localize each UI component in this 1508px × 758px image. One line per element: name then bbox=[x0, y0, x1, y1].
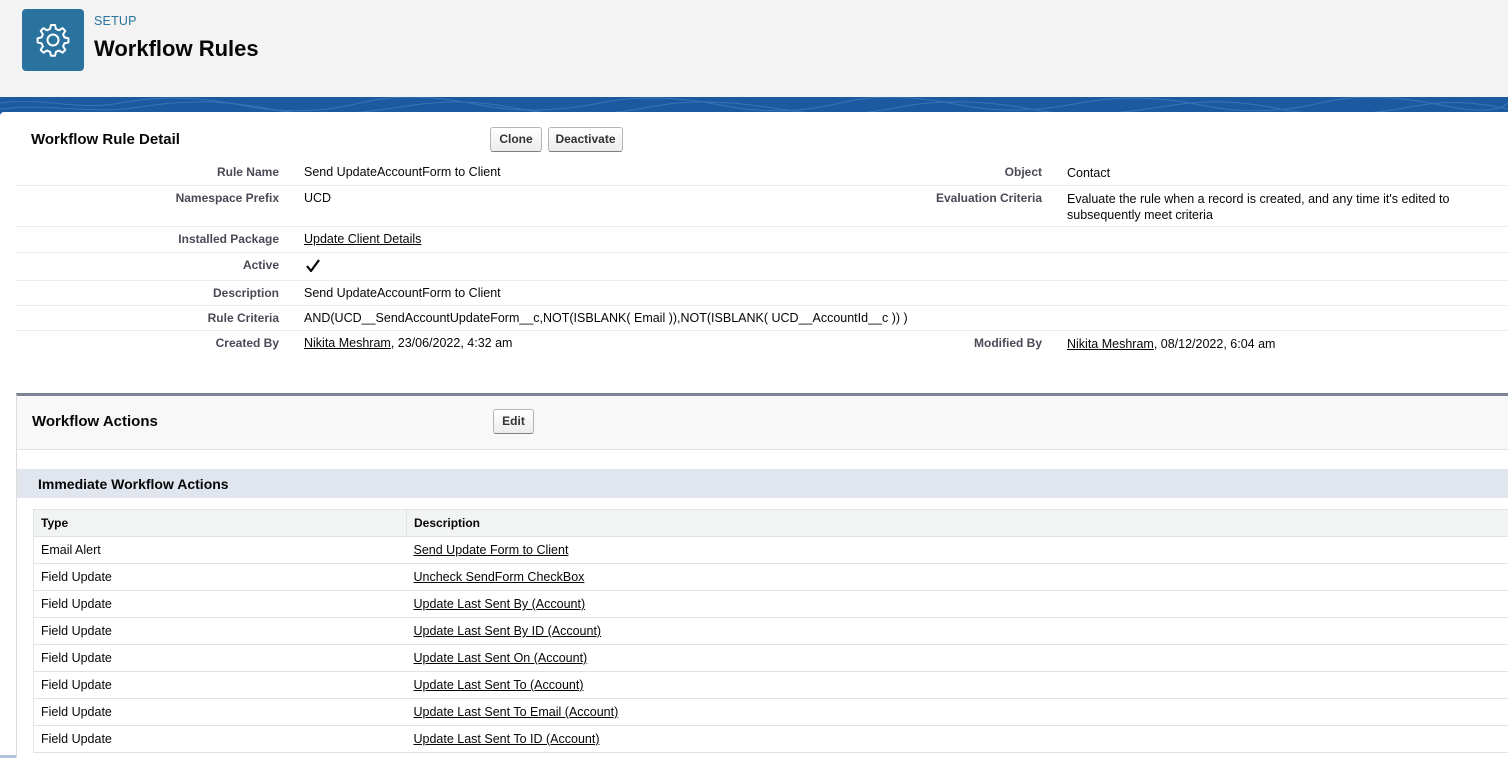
column-header-type: Type bbox=[34, 510, 407, 537]
setup-gear-icon bbox=[22, 9, 84, 71]
immediate-actions-title: Immediate Workflow Actions bbox=[38, 476, 229, 492]
detail-row: Rule Name Send UpdateAccountForm to Clie… bbox=[16, 160, 1508, 186]
action-description-cell: Update Last Sent By (Account) bbox=[407, 591, 1508, 618]
page-header: SETUP Workflow Rules bbox=[0, 0, 1508, 98]
modified-date: , 08/12/2022, 6:04 am bbox=[1154, 337, 1276, 351]
action-description-link[interactable]: Uncheck SendForm CheckBox bbox=[414, 570, 585, 584]
installed-package-link[interactable]: Update Client Details bbox=[304, 232, 421, 246]
action-description-cell: Update Last Sent To ID (Account) bbox=[407, 726, 1508, 753]
setup-eyebrow: SETUP bbox=[94, 14, 137, 28]
action-type: Field Update bbox=[34, 726, 407, 753]
object-value: Contact bbox=[1067, 165, 1507, 181]
action-description-cell: Uncheck SendForm CheckBox bbox=[407, 564, 1508, 591]
workflow-actions-title: Workflow Actions bbox=[32, 413, 158, 430]
namespace-label: Namespace Prefix bbox=[16, 191, 279, 205]
table-row: Field Update Uncheck SendForm CheckBox bbox=[34, 564, 1508, 591]
actions-table: Type Description Email Alert Send Update… bbox=[33, 509, 1508, 753]
detail-row: Installed Package Update Client Details bbox=[16, 227, 1508, 253]
action-type: Email Alert bbox=[34, 537, 407, 564]
action-type: Field Update bbox=[34, 672, 407, 699]
rule-criteria-value: AND(UCD__SendAccountUpdateForm__c,NOT(IS… bbox=[304, 311, 908, 325]
action-description-cell: Send Update Form to Client bbox=[407, 537, 1508, 564]
action-description-link[interactable]: Update Last Sent By (Account) bbox=[414, 597, 586, 611]
workflow-actions-section: Workflow Actions Edit Immediate Workflow… bbox=[16, 393, 1508, 758]
detail-fields: Rule Name Send UpdateAccountForm to Clie… bbox=[16, 160, 1508, 355]
table-header-row: Type Description bbox=[34, 510, 1508, 537]
table-row: Field Update Update Last Sent To Email (… bbox=[34, 699, 1508, 726]
object-label: Object bbox=[836, 165, 1042, 179]
detail-row: Created By Nikita Meshram, 23/06/2022, 4… bbox=[16, 331, 1508, 355]
edit-actions-button[interactable]: Edit bbox=[493, 409, 534, 434]
gear-icon bbox=[34, 21, 72, 59]
action-description-link[interactable]: Update Last Sent On (Account) bbox=[414, 651, 588, 665]
evaluation-criteria-label: Evaluation Criteria bbox=[836, 191, 1042, 205]
action-type: Field Update bbox=[34, 645, 407, 672]
rule-criteria-label: Rule Criteria bbox=[16, 311, 279, 325]
action-description-link[interactable]: Update Last Sent To ID (Account) bbox=[414, 732, 600, 746]
created-date: , 23/06/2022, 4:32 am bbox=[391, 336, 513, 350]
description-label: Description bbox=[16, 286, 279, 300]
action-description-link[interactable]: Update Last Sent By ID (Account) bbox=[414, 624, 602, 638]
deactivate-button[interactable]: Deactivate bbox=[548, 127, 623, 152]
detail-row: Namespace Prefix UCD Evaluation Criteria… bbox=[16, 186, 1508, 227]
immediate-actions-bar: Immediate Workflow Actions bbox=[17, 469, 1508, 498]
created-by-label: Created By bbox=[16, 336, 279, 350]
column-header-description: Description bbox=[407, 510, 1508, 537]
table-row: Field Update Update Last Sent To (Accoun… bbox=[34, 672, 1508, 699]
detail-row: Description Send UpdateAccountForm to Cl… bbox=[16, 281, 1508, 306]
table-row: Field Update Update Last Sent By ID (Acc… bbox=[34, 618, 1508, 645]
installed-package-label: Installed Package bbox=[16, 232, 279, 246]
clone-button[interactable]: Clone bbox=[490, 127, 542, 152]
created-by-user-link[interactable]: Nikita Meshram bbox=[304, 336, 391, 350]
action-description-link[interactable]: Send Update Form to Client bbox=[414, 543, 569, 557]
table-row: Field Update Update Last Sent By (Accoun… bbox=[34, 591, 1508, 618]
modified-by-label: Modified By bbox=[836, 336, 1042, 350]
modified-by-user-link[interactable]: Nikita Meshram bbox=[1067, 337, 1154, 351]
namespace-value: UCD bbox=[304, 191, 331, 205]
detail-section-title: Workflow Rule Detail bbox=[31, 131, 180, 148]
action-type: Field Update bbox=[34, 591, 407, 618]
main-content: Workflow Rule Detail Clone Deactivate Ru… bbox=[0, 112, 1508, 755]
action-description-cell: Update Last Sent To (Account) bbox=[407, 672, 1508, 699]
active-checkmark-icon bbox=[304, 257, 322, 278]
rule-name-label: Rule Name bbox=[16, 165, 279, 179]
description-value: Send UpdateAccountForm to Client bbox=[304, 286, 501, 300]
action-type: Field Update bbox=[34, 618, 407, 645]
rule-name-value: Send UpdateAccountForm to Client bbox=[304, 165, 501, 179]
table-row: Field Update Update Last Sent On (Accoun… bbox=[34, 645, 1508, 672]
action-type: Field Update bbox=[34, 699, 407, 726]
detail-row: Rule Criteria AND(UCD__SendAccountUpdate… bbox=[16, 306, 1508, 331]
created-by-value: Nikita Meshram, 23/06/2022, 4:32 am bbox=[304, 336, 512, 350]
detail-row: Active bbox=[16, 253, 1508, 281]
action-description-cell: Update Last Sent To Email (Account) bbox=[407, 699, 1508, 726]
action-description-cell: Update Last Sent By ID (Account) bbox=[407, 618, 1508, 645]
page-title: Workflow Rules bbox=[94, 36, 259, 62]
active-label: Active bbox=[16, 258, 279, 272]
workflow-actions-header: Workflow Actions Edit bbox=[17, 396, 1508, 450]
action-description-link[interactable]: Update Last Sent To Email (Account) bbox=[414, 705, 619, 719]
table-row: Email Alert Send Update Form to Client bbox=[34, 537, 1508, 564]
action-description-link[interactable]: Update Last Sent To (Account) bbox=[414, 678, 584, 692]
action-type: Field Update bbox=[34, 564, 407, 591]
action-description-cell: Update Last Sent On (Account) bbox=[407, 645, 1508, 672]
table-row: Field Update Update Last Sent To ID (Acc… bbox=[34, 726, 1508, 753]
modified-by-value: Nikita Meshram, 08/12/2022, 6:04 am bbox=[1067, 336, 1507, 352]
evaluation-criteria-value: Evaluate the rule when a record is creat… bbox=[1067, 191, 1507, 223]
